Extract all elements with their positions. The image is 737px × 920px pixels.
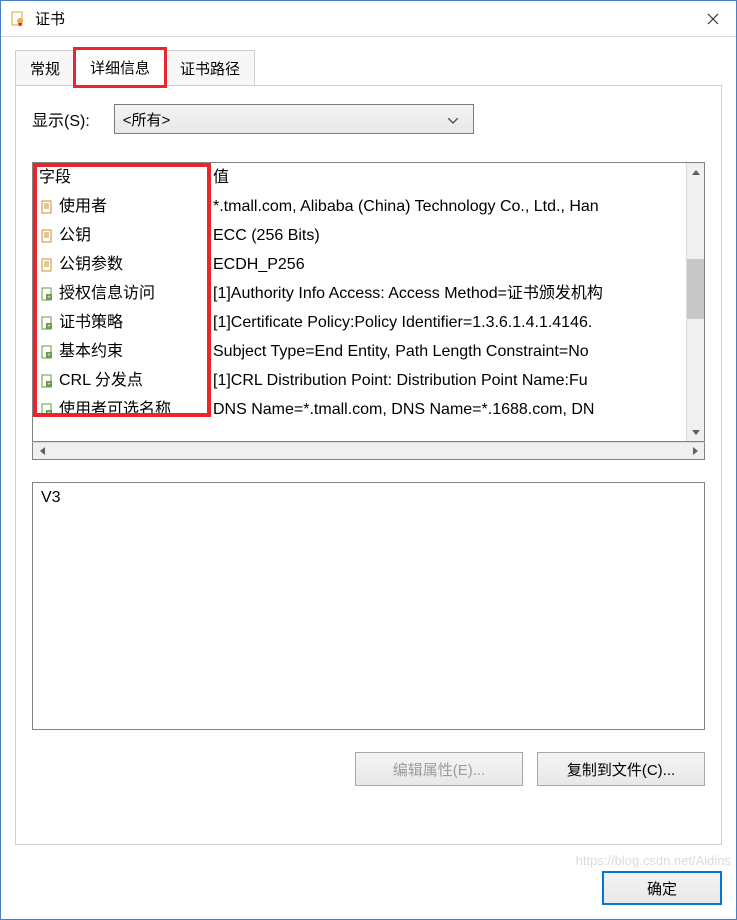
field-value: DNS Name=*.tmall.com, DNS Name=*.1688.co… (213, 395, 686, 424)
field-value: Subject Type=End Entity, Path Length Con… (213, 337, 686, 366)
field-name: 公钥 (59, 221, 91, 250)
button-row: 编辑属性(E)... 复制到文件(C)... (32, 752, 705, 786)
edit-properties-button: 编辑属性(E)... (355, 752, 523, 786)
field-name: 证书策略 (59, 308, 123, 337)
field-value: *.tmall.com, Alibaba (China) Technology … (213, 192, 686, 221)
svg-text:+: + (47, 295, 51, 301)
field-cell: + 授权信息访问 (39, 279, 213, 308)
certificate-icon (9, 10, 27, 28)
scroll-right-icon[interactable] (686, 443, 704, 459)
certificate-dialog: 证书 常规 详细信息 证书路径 显示(S): <所有> (0, 0, 737, 920)
table-row[interactable]: + 证书策略 [1]Certificate Policy:Policy Identi… (33, 308, 686, 337)
filter-row: 显示(S): <所有> (32, 104, 705, 134)
field-cell: 公钥 (39, 221, 213, 250)
tab-cert-path[interactable]: 证书路径 (165, 50, 255, 86)
col-header-field: 字段 (39, 163, 213, 192)
scroll-left-icon[interactable] (33, 443, 51, 459)
field-cell: 公钥参数 (39, 250, 213, 279)
table-row[interactable]: 公钥参数 ECDH_P256 (33, 250, 686, 279)
vertical-scrollbar[interactable] (686, 163, 704, 441)
table-row[interactable]: + 使用者可选名称 DNS Name=*.tmall.com, DNS Name=*… (33, 395, 686, 424)
field-value: [1]Authority Info Access: Access Method=… (213, 279, 686, 308)
field-cell: + CRL 分发点 (39, 366, 213, 395)
document-icon (39, 257, 55, 273)
field-detail-value: V3 (41, 489, 61, 506)
tab-strip: 常规 详细信息 证书路径 (15, 49, 722, 85)
show-select[interactable]: <所有> (114, 104, 474, 134)
close-button[interactable] (690, 1, 736, 36)
show-select-value: <所有> (123, 109, 171, 130)
document-icon (39, 199, 55, 215)
field-detail-textbox[interactable]: V3 (32, 482, 705, 730)
scroll-thumb[interactable] (687, 259, 704, 319)
field-name: 公钥参数 (59, 250, 123, 279)
svg-text:+: + (47, 411, 51, 417)
table-row[interactable]: + 基本约束 Subject Type=End Entity, Path Lengt… (33, 337, 686, 366)
dialog-footer: 确定 (1, 859, 736, 919)
field-cell: + 使用者可选名称 (39, 395, 213, 424)
field-cell: 使用者 (39, 192, 213, 221)
field-cell: + 基本约束 (39, 337, 213, 366)
svg-text:+: + (47, 353, 51, 359)
col-header-value: 值 (213, 163, 686, 192)
table-header: 字段 值 (33, 163, 686, 192)
extension-icon: + (39, 373, 55, 389)
ok-button[interactable]: 确定 (602, 871, 722, 905)
field-name: 使用者可选名称 (59, 395, 171, 424)
field-name: 使用者 (59, 192, 107, 221)
copy-to-file-button[interactable]: 复制到文件(C)... (537, 752, 705, 786)
table-row[interactable]: + CRL 分发点 [1]CRL Distribution Point: Distr… (33, 366, 686, 395)
extension-icon: + (39, 286, 55, 302)
document-icon (39, 228, 55, 244)
field-cell: + 证书策略 (39, 308, 213, 337)
titlebar: 证书 (1, 1, 736, 37)
table-row[interactable]: + 授权信息访问 [1]Authority Info Access: Access … (33, 279, 686, 308)
field-value: [1]CRL Distribution Point: Distribution … (213, 366, 686, 395)
field-value: ECC (256 Bits) (213, 221, 686, 250)
field-name: 授权信息访问 (59, 279, 155, 308)
field-value: [1]Certificate Policy:Policy Identifier=… (213, 308, 686, 337)
tab-panel-details: 显示(S): <所有> 字段 值 使用者*.t (15, 85, 722, 845)
chevron-down-icon (441, 111, 465, 128)
window-title: 证书 (35, 8, 65, 29)
field-name: CRL 分发点 (59, 366, 143, 395)
scroll-down-icon[interactable] (687, 423, 704, 441)
fields-table[interactable]: 字段 值 使用者 *.tmall.com, Alibaba (China) Tec… (32, 162, 705, 442)
extension-icon: + (39, 344, 55, 360)
content-area: 常规 详细信息 证书路径 显示(S): <所有> (1, 37, 736, 859)
extension-icon: + (39, 402, 55, 418)
table-row[interactable]: 公钥 ECC (256 Bits) (33, 221, 686, 250)
fields-table-wrap: 字段 值 使用者 *.tmall.com, Alibaba (China) Tec… (32, 162, 705, 460)
tab-details[interactable]: 详细信息 (75, 49, 165, 86)
extension-icon: + (39, 315, 55, 331)
scroll-up-icon[interactable] (687, 163, 704, 181)
field-name: 基本约束 (59, 337, 123, 366)
svg-text:+: + (47, 324, 51, 330)
horizontal-scrollbar[interactable] (32, 442, 705, 460)
svg-text:+: + (47, 382, 51, 388)
table-row[interactable]: 使用者 *.tmall.com, Alibaba (China) Technolo… (33, 192, 686, 221)
filter-label: 显示(S): (32, 107, 90, 131)
tab-general[interactable]: 常规 (15, 50, 75, 86)
field-value: ECDH_P256 (213, 250, 686, 279)
